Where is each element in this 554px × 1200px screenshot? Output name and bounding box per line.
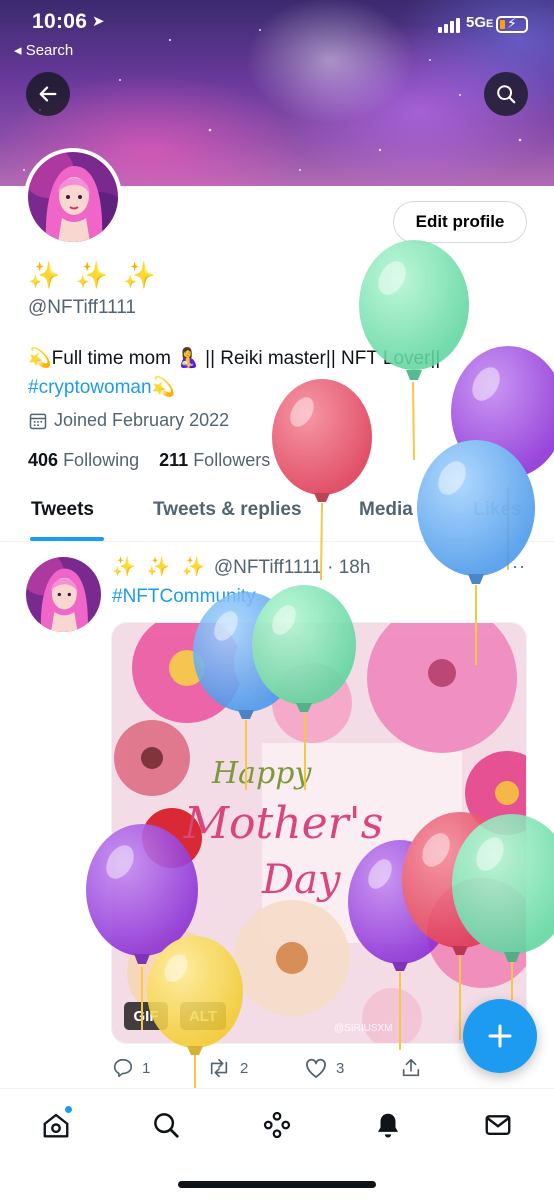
spaces-icon (263, 1111, 291, 1139)
status-time: 10:06 (32, 10, 88, 33)
reply-count: 1 (142, 1059, 151, 1077)
location-arrow-icon: ➤ (92, 13, 105, 30)
charging-bolt-icon: ⚡ (507, 15, 517, 31)
active-tab-indicator (30, 537, 104, 541)
status-bar: 10:06 ➤ ◂ Search 5GE ⚡ (0, 0, 554, 64)
tweet-actions: 1 2 3 (112, 1057, 532, 1079)
calendar-icon (29, 413, 47, 429)
tweet-handle[interactable]: @NFTiff1111 (214, 557, 322, 578)
nav-notifications[interactable] (368, 1105, 408, 1145)
reply-button[interactable]: 1 (112, 1057, 150, 1079)
retweet-count: 2 (240, 1059, 249, 1077)
reply-icon (113, 1058, 133, 1078)
bio-hashtag-link[interactable]: #cryptowoman (28, 377, 152, 398)
tweet-media-gif[interactable]: Happy Mother's Day @SIRIUSXM (111, 622, 527, 1044)
nav-search[interactable] (146, 1105, 186, 1145)
search-icon (497, 85, 516, 104)
joined-text: Joined February 2022 (54, 410, 230, 430)
profile-bio: 💫Full time mom 🤱 || Reiki master|| NFT L… (28, 344, 508, 402)
bio-text: 💫Full time mom 🤱 || Reiki master|| NFT L… (28, 348, 441, 369)
nav-messages[interactable] (478, 1105, 518, 1145)
heart-icon (306, 1058, 326, 1078)
home-notification-dot (64, 1105, 73, 1114)
retweet-icon (210, 1058, 228, 1078)
joined-date: Joined February 2022 (28, 410, 229, 431)
search-icon (154, 1113, 179, 1138)
media-text-mothers: Mother's (183, 798, 383, 849)
bio-tail-emoji: 💫 (151, 377, 176, 398)
tweet-display-name[interactable]: ✨ ✨ ✨ (112, 557, 209, 578)
plus-icon (488, 1024, 512, 1048)
search-button[interactable] (484, 72, 528, 116)
mothers-day-image: Happy Mother's Day @SIRIUSXM (112, 623, 526, 1043)
media-watermark: @SIRIUSXM (334, 1023, 393, 1034)
compose-tweet-button[interactable] (463, 999, 537, 1073)
avatar-image (28, 152, 118, 242)
like-button[interactable]: 3 (304, 1057, 344, 1079)
nav-home[interactable] (36, 1105, 76, 1145)
battery-icon: ⚡ (496, 15, 528, 33)
profile-display-name: ✨ ✨ ✨ (28, 260, 160, 290)
profile-tabs: Tweets Tweets & replies Media Likes (0, 482, 554, 542)
profile-handle: @NFTiff1111 (28, 297, 136, 318)
back-to-search-link[interactable]: ◂ Search (14, 41, 73, 59)
tweet-more-icon[interactable]: ··· (505, 556, 526, 577)
tweet-header: ✨ ✨ ✨ @NFTiff1111 · 18h (112, 555, 370, 579)
tweet-time: · 18h (321, 557, 371, 578)
tab-tweets[interactable]: Tweets (31, 499, 94, 521)
edit-profile-button[interactable]: Edit profile (393, 201, 527, 243)
media-text-day: Day (261, 857, 342, 903)
alt-badge[interactable]: ALT (180, 1002, 226, 1030)
share-icon (402, 1058, 420, 1077)
tweet-text[interactable]: #NFTCommunity (112, 586, 256, 608)
gif-badge: GIF (124, 1002, 168, 1030)
notifications-bell-icon (378, 1113, 398, 1138)
media-text-happy: Happy (211, 756, 312, 791)
retweet-button[interactable]: 2 (206, 1057, 248, 1079)
messages-mail-icon (485, 1115, 511, 1135)
home-icon (43, 1113, 69, 1138)
tweet-avatar[interactable] (26, 557, 101, 632)
signal-strength-icon (438, 18, 460, 33)
tab-likes[interactable]: Likes (473, 499, 522, 521)
network-label: 5GE (466, 14, 494, 31)
profile-avatar[interactable] (24, 148, 122, 246)
share-button[interactable] (400, 1057, 422, 1079)
follow-stats: 406 Following 211 Followers (28, 450, 270, 471)
back-button[interactable] (26, 72, 70, 116)
home-indicator-bar (178, 1181, 376, 1188)
tab-media[interactable]: Media (359, 499, 413, 521)
followers-link[interactable]: 211 Followers (159, 450, 270, 470)
arrow-left-icon (39, 86, 57, 102)
tab-tweets-replies[interactable]: Tweets & replies (153, 499, 302, 521)
like-count: 3 (336, 1059, 345, 1077)
nav-spaces[interactable] (257, 1105, 297, 1145)
following-link[interactable]: 406 Following (28, 450, 139, 470)
